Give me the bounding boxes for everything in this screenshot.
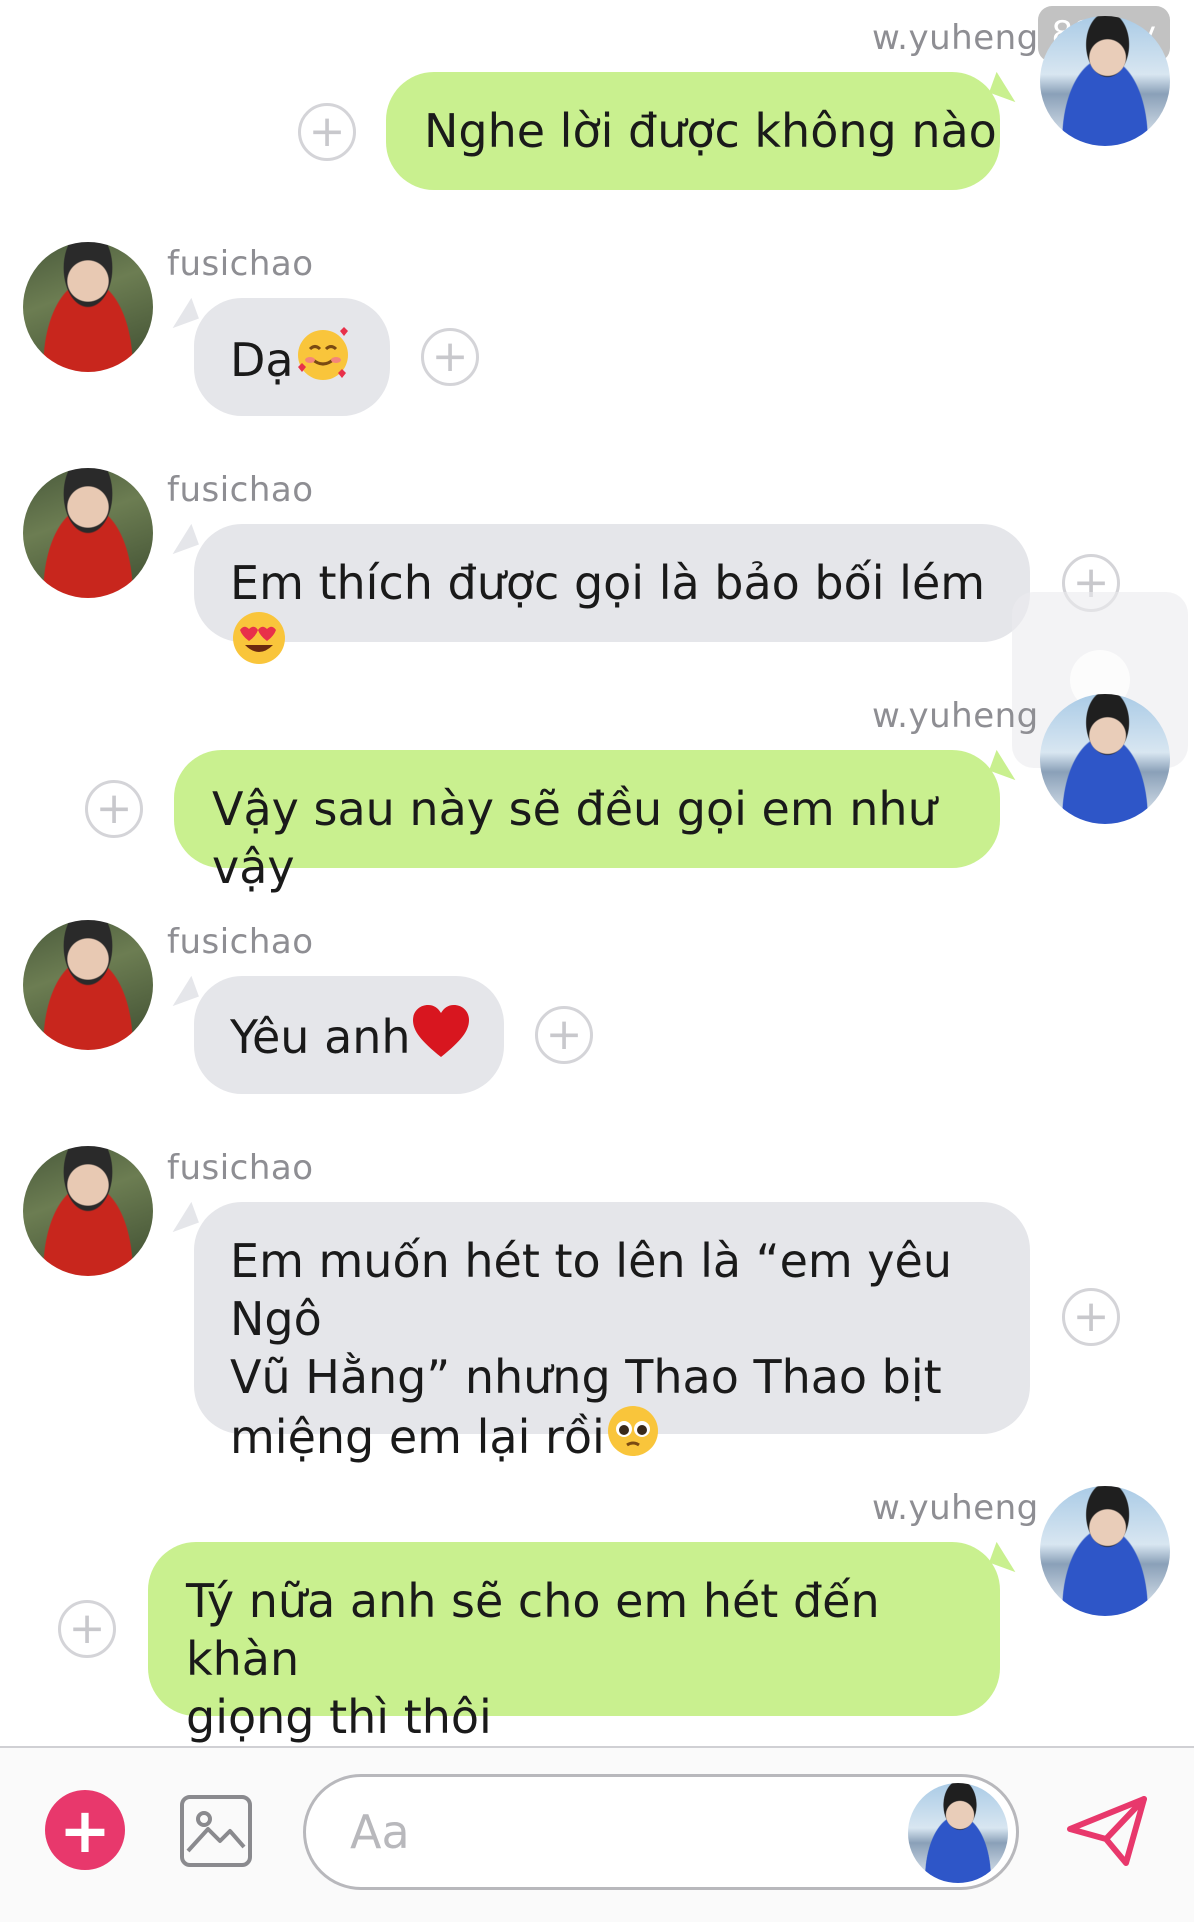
- avatar-fusichao[interactable]: [23, 468, 153, 598]
- message-bubble[interactable]: Nghe lời được không nào: [386, 72, 1000, 190]
- message-line: Vũ Hằng” nhưng Thao Thao bịt: [230, 1350, 942, 1404]
- smiling-face-with-hearts-icon: [294, 325, 352, 396]
- message-text: Vậy sau này sẽ đều gọi em như vậy: [212, 782, 937, 894]
- add-reaction-icon[interactable]: +: [298, 103, 356, 161]
- sender-name: w.yuheng: [872, 18, 1039, 58]
- add-reaction-icon[interactable]: +: [535, 1006, 593, 1064]
- add-reaction-icon[interactable]: +: [1062, 1288, 1120, 1346]
- avatar-fusichao[interactable]: [23, 1146, 153, 1276]
- red-heart-icon: [411, 1003, 471, 1072]
- message-bubble[interactable]: Yêu anh: [194, 976, 504, 1094]
- sender-name: w.yuheng: [872, 696, 1039, 736]
- message-text: Dạ: [230, 333, 294, 387]
- avatar-w-yuheng[interactable]: [1040, 1486, 1170, 1616]
- avatar-w-yuheng[interactable]: [1040, 16, 1170, 146]
- heart-eyes-icon: [230, 609, 288, 680]
- avatar-w-yuheng[interactable]: [1040, 694, 1170, 824]
- sender-name: w.yuheng: [872, 1488, 1039, 1528]
- message-line: miệng em lại rồi: [230, 1410, 605, 1464]
- sender-name: fusichao: [167, 244, 314, 284]
- bubble-tail: [165, 1201, 199, 1233]
- bubble-tail: [165, 523, 199, 555]
- plus-icon[interactable]: +: [45, 1790, 125, 1870]
- message-bubble[interactable]: Tý nữa anh sẽ cho em hét đến khàn giọng …: [148, 1542, 1000, 1744]
- avatar-fusichao[interactable]: [23, 242, 153, 372]
- avatar-w-yuheng[interactable]: [908, 1783, 1008, 1883]
- send-icon[interactable]: [1066, 1795, 1148, 1867]
- sender-name: fusichao: [167, 922, 314, 962]
- bubble-tail: [165, 975, 199, 1007]
- message-bubble[interactable]: Dạ: [194, 298, 390, 416]
- message-bubble[interactable]: Em thích được gọi là bảo bối lém: [194, 524, 1030, 664]
- message-bubble[interactable]: Em muốn hét to lên là “em yêu Ngô Vũ Hằn…: [194, 1202, 1030, 1464]
- sender-name: fusichao: [167, 470, 314, 510]
- bubble-tail: [165, 297, 199, 329]
- message-bubble[interactable]: Vậy sau này sẽ đều gọi em như vậy: [174, 750, 1000, 894]
- add-reaction-icon[interactable]: +: [85, 780, 143, 838]
- avatar-fusichao[interactable]: [23, 920, 153, 1050]
- sender-name: fusichao: [167, 1148, 314, 1188]
- message-text: Em thích được gọi là bảo bối lém: [230, 556, 986, 610]
- message-text: Yêu anh: [230, 1010, 411, 1064]
- message-line: Em muốn hét to lên là “em yêu Ngô: [230, 1234, 952, 1346]
- add-reaction-icon[interactable]: +: [421, 328, 479, 386]
- image-icon[interactable]: [180, 1795, 252, 1867]
- message-text: Nghe lời được không nào: [424, 104, 997, 158]
- message-input[interactable]: Aa: [303, 1774, 1019, 1890]
- message-line: giọng thì thôi: [186, 1690, 492, 1744]
- message-line: Tý nữa anh sẽ cho em hét đến khàn: [186, 1574, 880, 1686]
- pleading-face-icon: [605, 1403, 661, 1472]
- input-placeholder: Aa: [350, 1805, 410, 1859]
- add-reaction-icon[interactable]: +: [58, 1600, 116, 1658]
